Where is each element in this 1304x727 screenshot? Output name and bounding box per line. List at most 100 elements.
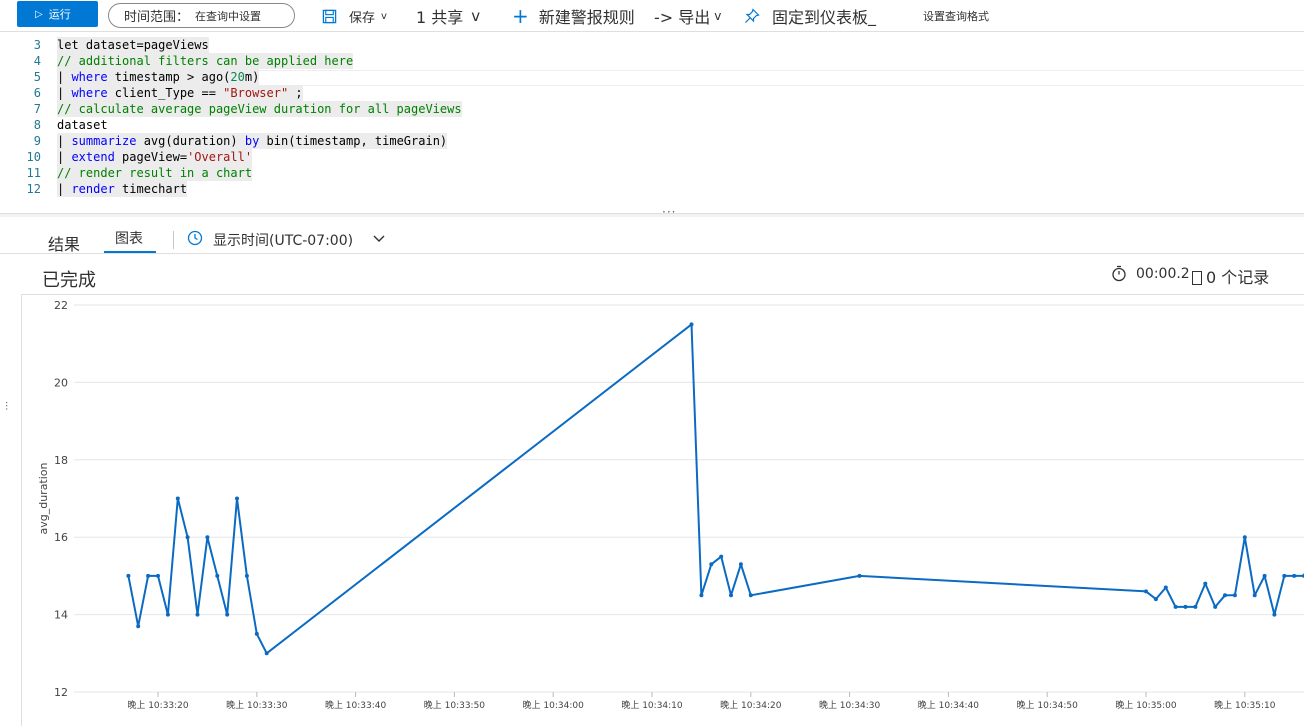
x-tick-label: 晚上 10:34:10 — [621, 700, 683, 711]
data-point — [1242, 535, 1247, 540]
data-point — [215, 573, 220, 578]
line-number: 5 — [33, 70, 41, 84]
records-icon — [1192, 271, 1202, 285]
data-point — [699, 593, 704, 598]
code-line[interactable]: 10 | extend pageView='Overall' — [0, 149, 1304, 165]
code-line[interactable]: 8 dataset — [0, 117, 1304, 133]
data-point — [1262, 573, 1267, 578]
code-text: | extend pageView='Overall' — [57, 149, 253, 165]
record-count-text: 0 个记录 — [1206, 268, 1270, 287]
time-range-picker[interactable]: 时间范围： 在查询中设置 — [108, 3, 295, 28]
data-point — [729, 593, 733, 598]
timechart[interactable]: 12 14 16 18 20 22 晚上 10:33:20 晚上 10:33:30 晚上 10:… — [22, 295, 1304, 727]
line-number: 11 — [26, 166, 41, 180]
line-number: 9 — [33, 134, 41, 148]
tab-results[interactable]: 结果 — [48, 231, 80, 255]
data-point — [1252, 593, 1257, 598]
results-tabs: 结果 图表 显示时间(UTC-07:00) — [0, 222, 1304, 254]
code-text: // calculate average pageView duration f… — [57, 101, 462, 117]
data-point — [254, 631, 259, 636]
x-tick-label: 晚上 10:33:20 — [127, 700, 189, 711]
y-axis-title: avg_duration — [37, 462, 50, 534]
x-tick-label: 晚上 10:33:30 — [226, 700, 288, 711]
share-chevron: v — [471, 7, 481, 25]
code-line[interactable]: 12 | render timechart — [0, 181, 1304, 197]
data-point — [146, 573, 151, 578]
record-count: 0 个记录 — [1192, 264, 1269, 288]
data-point — [195, 612, 200, 617]
side-grip-icon[interactable]: ··· — [0, 401, 11, 411]
clock-icon — [187, 230, 203, 246]
data-point — [1144, 589, 1148, 594]
data-point — [1223, 593, 1227, 598]
query-status: 已完成 — [42, 270, 96, 291]
x-tick-label: 晚上 10:34:20 — [720, 700, 782, 711]
display-time-selector[interactable]: 显示时间(UTC-07:00) — [213, 230, 353, 250]
pin-label: 固定到仪表板 — [772, 8, 869, 27]
data-point — [175, 496, 180, 501]
line-number: 6 — [33, 86, 41, 100]
new-alert-label: 新建警报规则 — [538, 8, 635, 27]
data-point — [719, 554, 724, 559]
y-tick-label: 14 — [54, 609, 68, 622]
y-tick-label: 20 — [54, 376, 68, 389]
new-alert-rule-button[interactable]: + 新建警报规则 — [512, 4, 635, 28]
code-text: dataset — [57, 118, 108, 132]
data-point — [1203, 581, 1208, 586]
chevron-down-icon[interactable] — [372, 231, 386, 245]
x-tick-label: 晚上 10:35:10 — [1214, 700, 1276, 711]
time-range-value: 在查询中设置 — [195, 9, 262, 23]
code-line[interactable]: 5 | where timestamp > ago(20m) — [0, 69, 1304, 85]
code-text: | summarize avg(duration) by bin(timesta… — [57, 133, 448, 149]
data-point — [165, 612, 170, 617]
data-point — [689, 322, 694, 327]
pin-to-dashboard-button[interactable]: 固定到仪表板 _ — [744, 4, 876, 28]
pane-splitter[interactable] — [0, 213, 1304, 217]
x-tick-label: 晚上 10:35:00 — [1115, 700, 1177, 711]
export-button[interactable]: -> 导出 v — [654, 4, 721, 28]
save-icon — [322, 9, 337, 23]
share-button[interactable]: 1 共享 v — [416, 4, 480, 28]
code-text: | render timechart — [57, 181, 188, 197]
code-line[interactable]: 9 | summarize avg(duration) by bin(timest… — [0, 133, 1304, 149]
code-text: | where client_Type == "Browser" ; — [57, 85, 303, 101]
code-line[interactable]: 3 let dataset=pageViews — [0, 37, 1304, 53]
format-query-button[interactable]: 设置查询格式 — [923, 4, 989, 28]
data-point — [264, 651, 269, 656]
play-icon: ▷ — [35, 8, 43, 20]
data-point — [1153, 597, 1158, 602]
data-point — [156, 573, 160, 578]
code-line[interactable]: 4 // additional filters can be applied he… — [0, 53, 1304, 69]
code-line[interactable]: 7 // calculate average pageView duration … — [0, 101, 1304, 117]
code-line[interactable]: 11 // render result in a chart — [0, 165, 1304, 181]
elapsed-time: 00:00.2 — [1136, 266, 1190, 282]
series-line — [127, 323, 1304, 655]
plus-icon: + — [512, 4, 529, 28]
x-tick-label: 晚上 10:34:30 — [819, 700, 881, 711]
tab-chart[interactable]: 图表 — [115, 228, 143, 248]
run-button[interactable]: ▷ 运行 — [17, 1, 98, 27]
line-number: 10 — [26, 150, 41, 164]
save-chevron: v — [381, 10, 387, 22]
code-text: // additional filters can be applied her… — [57, 53, 354, 69]
active-tab-indicator — [104, 251, 156, 253]
data-point — [1183, 604, 1188, 609]
line-number: 12 — [26, 182, 41, 196]
splitter-grip-icon[interactable]: ··· — [662, 205, 676, 219]
line-number: 4 — [33, 54, 41, 68]
code-text: // render result in a chart — [57, 165, 253, 181]
line-number: 8 — [33, 118, 41, 132]
code-line[interactable]: 6 | where client_Type == "Browser" ; — [0, 85, 1304, 101]
run-label: 运行 — [48, 9, 71, 21]
data-point — [1272, 612, 1277, 617]
x-tick-label: 晚上 10:34:50 — [1017, 700, 1079, 711]
data-point — [857, 573, 862, 578]
code-text: | where timestamp > ago(20m) — [57, 69, 260, 85]
data-point — [136, 624, 141, 629]
data-point — [1282, 573, 1287, 578]
pin-icon — [745, 8, 760, 23]
save-button[interactable]: 保存 v — [322, 4, 387, 28]
query-editor[interactable]: 3 let dataset=pageViews 4 // additional fil… — [0, 33, 1304, 213]
data-point — [1173, 604, 1178, 609]
data-point — [185, 535, 190, 540]
